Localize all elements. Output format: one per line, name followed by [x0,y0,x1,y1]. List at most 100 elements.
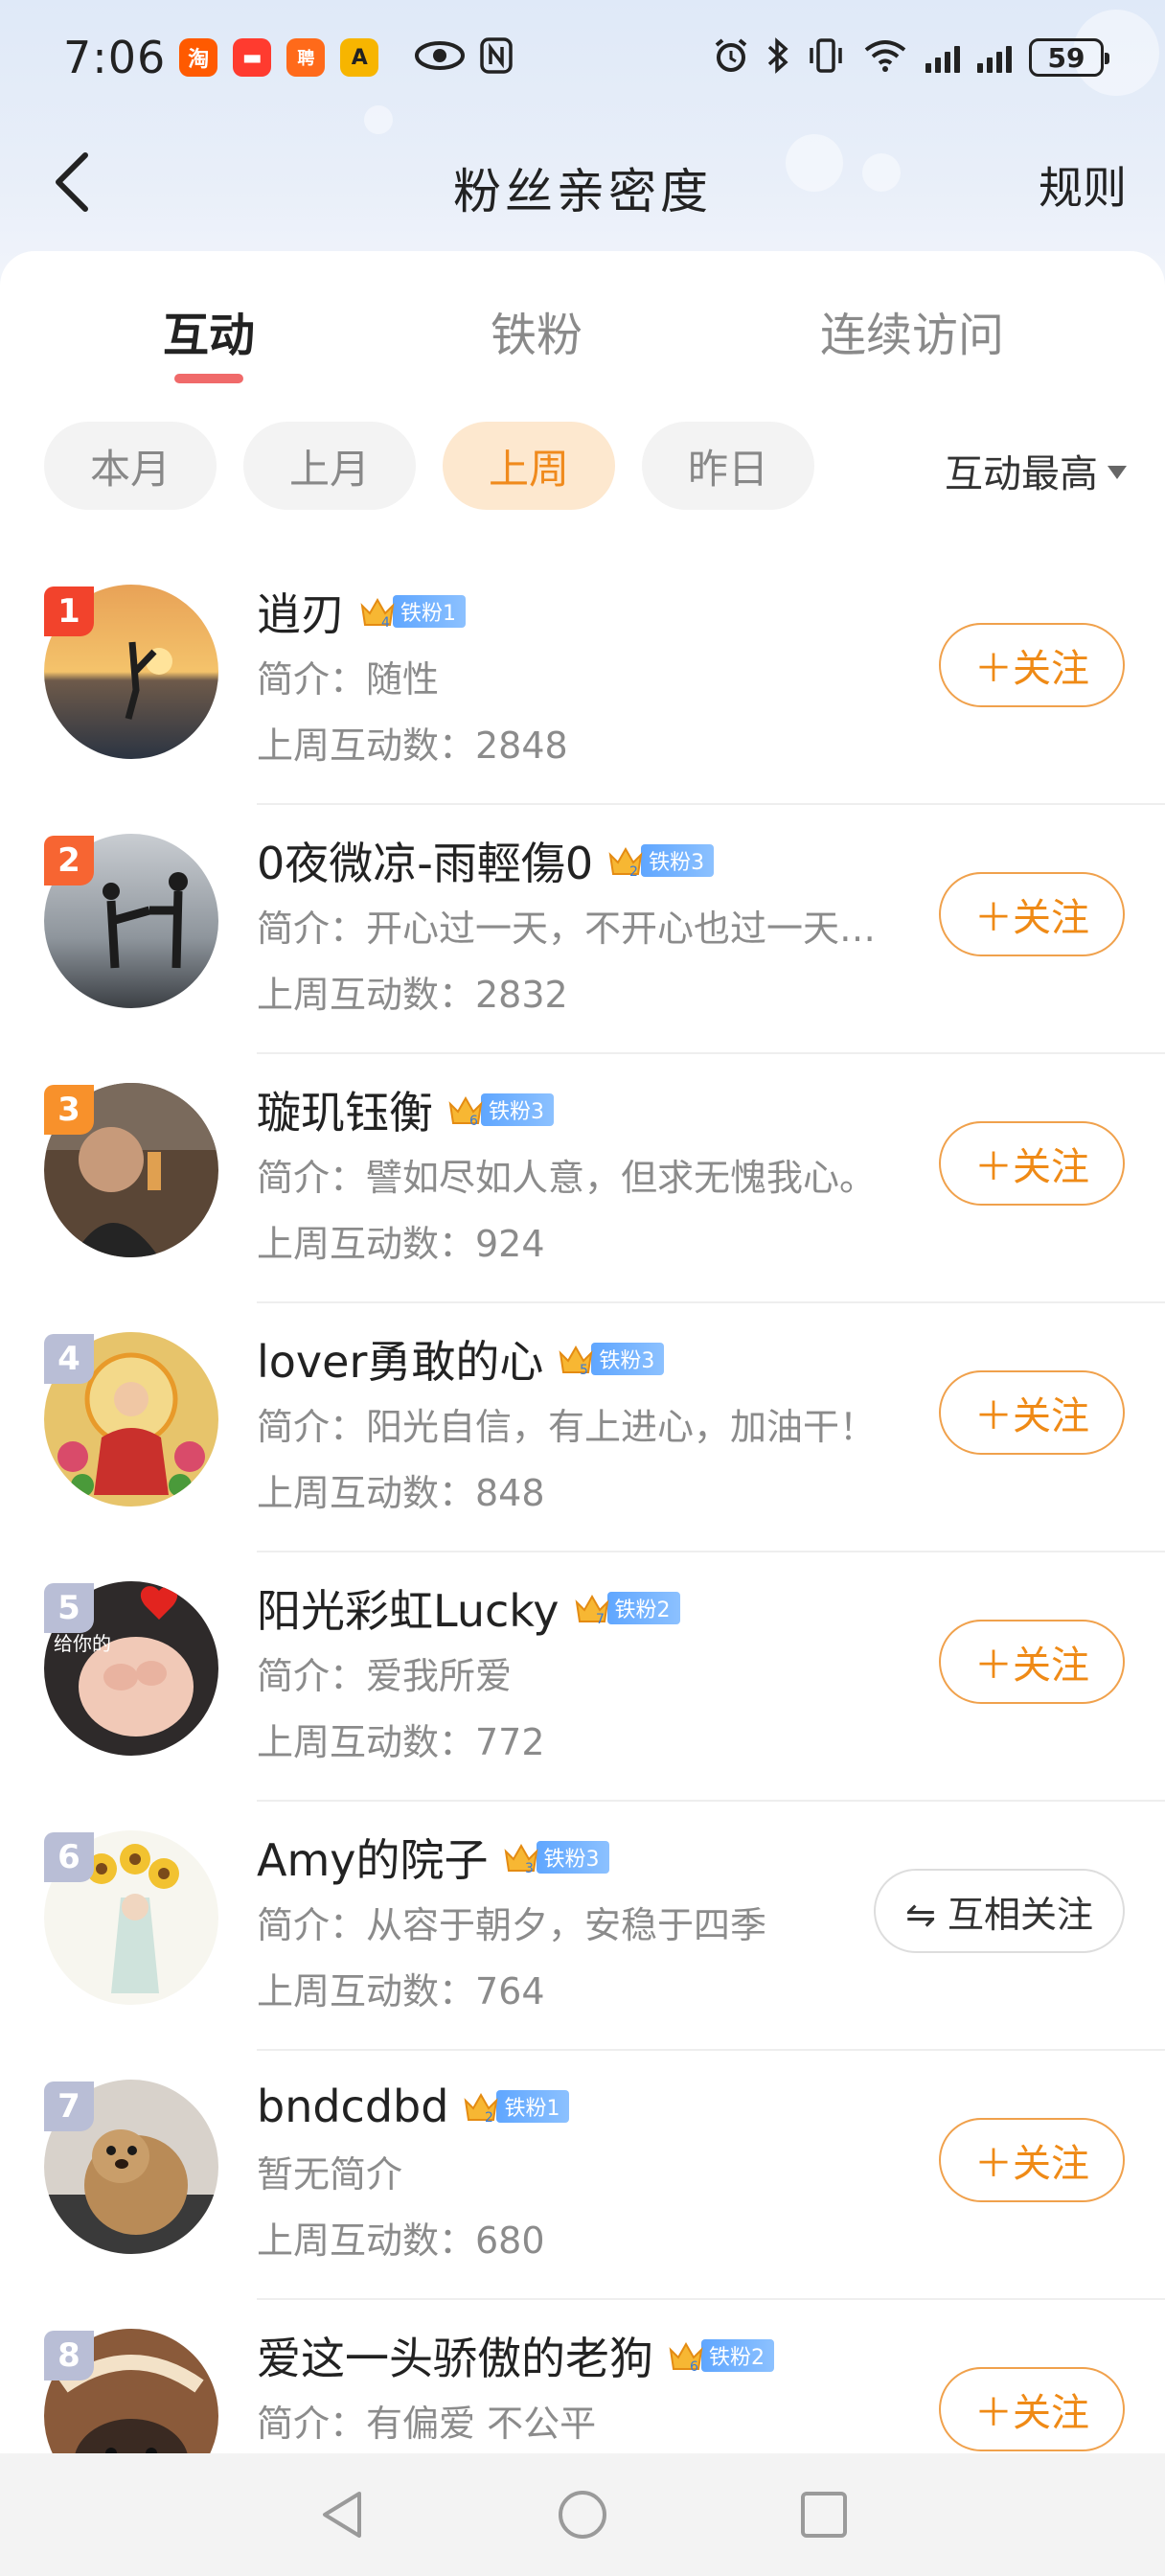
badge-label: 铁粉2 [606,1592,680,1624]
main-content: 互动 铁粉 连续访问 本月 上月 上周 昨日 互动最高 1 逍刃 4 铁粉1 简… [0,251,1165,2503]
iron-fan-badge: 2 铁粉3 [606,840,715,881]
follow-button[interactable]: ＋关注 [939,1370,1125,1455]
nav-home-button[interactable] [554,2486,611,2543]
filter-yesterday[interactable]: 昨日 [642,422,814,510]
crown-icon: 4 [360,597,395,631]
iron-fan-badge: 5 铁粉3 [557,1339,665,1379]
nav-recents-button[interactable] [795,2486,853,2543]
iron-fan-badge: 3 铁粉3 [502,1837,609,1877]
fan-bio: 简介：开心过一天，不开心也过一天… [257,908,877,950]
crown-icon: 6 [669,2341,703,2375]
iron-fan-badge: 6 铁粉3 [446,1090,554,1130]
list-item[interactable]: 6 Amy的院子 3 铁粉3 简介：从容于朝夕，安稳于四季 上周互动数：764 … [0,1802,1165,2051]
crown-icon: 7 [575,1594,608,1627]
iron-fan-badge: 7 铁粉2 [573,1588,680,1628]
battery-icon: 59 [1029,38,1109,77]
badge-label: 铁粉3 [591,1343,665,1375]
tab-consecutive-visits[interactable]: 连续访问 [820,297,1004,364]
badge-label: 铁粉3 [481,1093,554,1126]
crown-icon: 3 [504,1843,537,1876]
interaction-count: 上周互动数：680 [257,2220,545,2262]
follow-button[interactable]: ＋关注 [939,2118,1125,2202]
list-item[interactable]: 2 0夜微凉-雨輕傷0 2 铁粉3 简介：开心过一天，不开心也过一天… 上周互动… [0,805,1165,1054]
avatar-overlay-text: 给你的 [54,1632,111,1655]
nav-back-button[interactable] [312,2486,370,2543]
caret-down-icon [1108,466,1127,479]
crown-icon: 6 [448,1095,483,1129]
svg-text:2: 2 [629,864,638,880]
rules-button[interactable]: 规则 [1039,153,1127,217]
fan-name[interactable]: 阳光彩虹Lucky [257,1576,560,1640]
fan-name[interactable]: lover勇敢的心 [257,1327,543,1391]
list-item[interactable]: 3 璇玑钰衡 6 铁粉3 简介：譬如尽如人意，但求无愧我心。 上周互动数：924… [0,1054,1165,1303]
svg-text:7: 7 [596,1612,605,1627]
time-filter-bar: 本月 上月 上周 昨日 互动最高 [44,422,1127,510]
follow-button[interactable]: ＋关注 [939,1620,1125,1704]
rank-badge: 3 [44,1085,94,1135]
fan-bio: 暂无简介 [257,2153,403,2196]
badge-label: 铁粉3 [641,844,715,877]
fan-bio: 简介：有偏爱 不公平 [257,2403,597,2445]
fan-name[interactable]: 爱这一头骄傲的老狗 [257,2324,653,2387]
page-title: 粉丝亲密度 [453,164,712,219]
rank-badge: 7 [44,2082,94,2131]
follow-button[interactable]: ＋关注 [939,872,1125,956]
fan-bio: 简介：譬如尽如人意，但求无愧我心。 [257,1157,877,1199]
fan-name[interactable]: bndcdbd [257,2081,448,2132]
iron-fan-badge: 6 铁粉2 [667,2335,774,2376]
fan-name[interactable]: 逍刃 [257,580,345,643]
follow-button[interactable]: ＋关注 [939,2367,1125,2451]
status-time: 7:06 [63,32,167,83]
badge-label: 铁粉1 [393,595,466,628]
follow-button[interactable]: ＋关注 [939,1121,1125,1206]
list-item[interactable]: 7 bndcdbd 2 铁粉1 暂无简介 上周互动数：680 ＋关注 [0,2051,1165,2300]
interaction-count: 上周互动数：764 [257,1970,545,2012]
iron-fan-badge: 2 铁粉1 [462,2086,570,2127]
filter-last-week[interactable]: 上周 [443,422,615,510]
badge-label: 铁粉3 [536,1841,609,1874]
interaction-count: 上周互动数：848 [257,1472,545,1514]
svg-text:2: 2 [485,2110,493,2126]
svg-text:6: 6 [469,1114,478,1129]
signal-icon [925,42,960,73]
fan-name[interactable]: 0夜微凉-雨輕傷0 [257,829,593,892]
interaction-count: 上周互动数：2848 [257,724,568,767]
square-recents-icon [801,2492,847,2538]
mutual-follow-button[interactable]: ⇋ 互相关注 [874,1869,1125,1953]
svg-text:3: 3 [525,1861,534,1876]
list-item[interactable]: 1 逍刃 4 铁粉1 简介：随性 上周互动数：2848 ＋关注 [0,556,1165,805]
tab-iron-fans[interactable]: 铁粉 [491,297,582,364]
system-nav-bar [0,2453,1165,2576]
fan-bio: 简介：从容于朝夕，安稳于四季 [257,1904,767,1946]
crown-icon: 2 [608,846,643,880]
rank-badge: 6 [44,1832,94,1882]
svg-text:5: 5 [580,1363,588,1378]
tab-interaction[interactable]: 互动 [163,297,255,364]
alarm-icon [713,37,749,78]
fan-bio: 简介：阳光自信，有上进心，加油干！ [257,1406,877,1448]
fan-bio: 简介：随性 [257,658,440,701]
filter-this-month[interactable]: 本月 [44,422,217,510]
follow-button[interactable]: ＋关注 [939,623,1125,707]
vibrate-icon [807,38,845,77]
filter-last-month[interactable]: 上月 [243,422,416,510]
sort-label: 互动最高 [945,452,1098,496]
svg-text:6: 6 [690,2359,698,2375]
fan-bio: 简介：爱我所爱 [257,1655,513,1697]
rank-badge: 5 [44,1583,94,1633]
app-icon-4: A [340,38,379,77]
crown-icon: 2 [465,2092,498,2126]
circle-home-icon [559,2491,606,2539]
bluetooth-icon [766,37,789,78]
status-bar: 7:06 淘 ▬ 聘 A 59 [0,0,1165,115]
sort-dropdown[interactable]: 互动最高 [945,443,1127,498]
tab-bar: 互动 铁粉 连续访问 [0,297,1165,402]
list-item[interactable]: 给你的 5 阳光彩虹Lucky 7 铁粉2 简介：爱我所爱 上周互动数：772 … [0,1552,1165,1802]
eye-icon [415,40,466,75]
page-header: 粉丝亲密度 规则 [0,125,1165,240]
triangle-back-icon [323,2492,361,2538]
fan-name[interactable]: 璇玑钰衡 [257,1078,433,1141]
fan-name[interactable]: Amy的院子 [257,1826,489,1889]
badge-label: 铁粉2 [701,2339,774,2372]
list-item[interactable]: 4 lover勇敢的心 5 铁粉3 简介：阳光自信，有上进心，加油干！ 上周互动… [0,1303,1165,1552]
